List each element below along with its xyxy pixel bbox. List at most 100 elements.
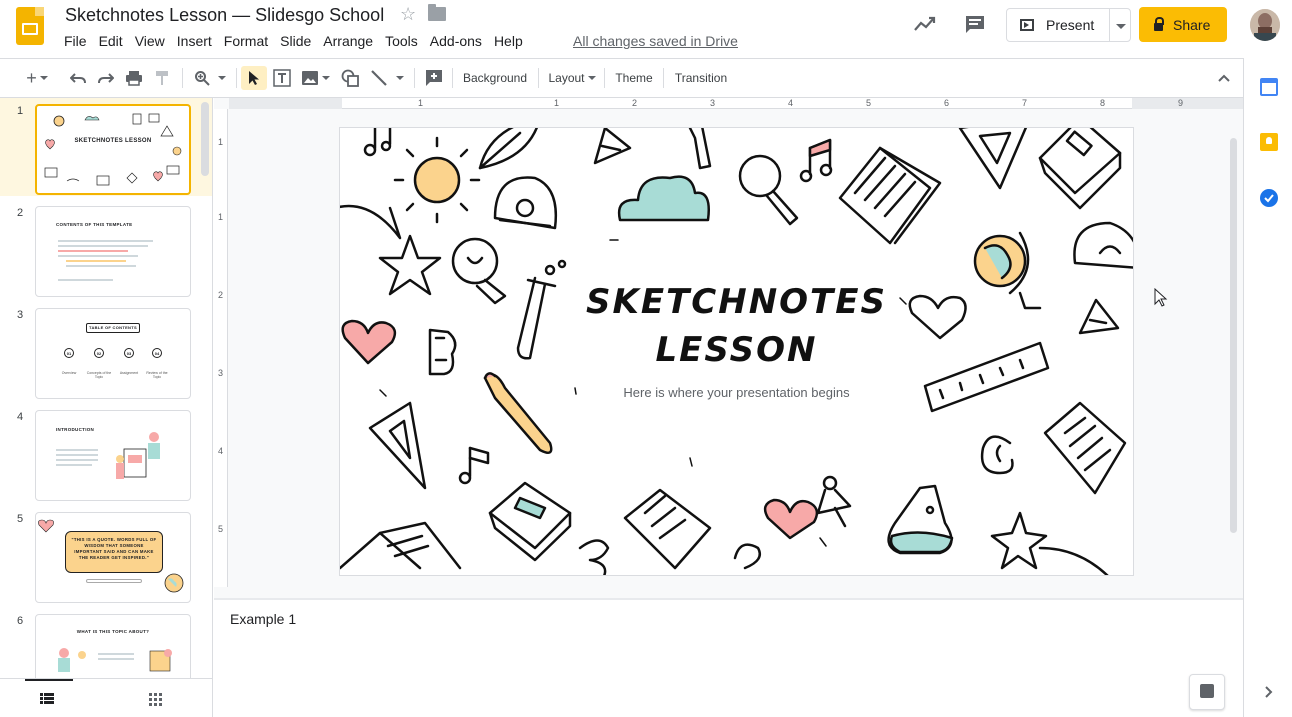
- notebook-icon: [488, 481, 572, 562]
- menu-view[interactable]: View: [129, 31, 171, 51]
- present-label: Present: [1046, 17, 1095, 33]
- toolbar-separator: [414, 68, 415, 88]
- document-title[interactable]: Sketchnotes Lesson — Slidesgo School: [65, 5, 384, 26]
- filmstrip-scrollbar[interactable]: [201, 102, 209, 176]
- present-button[interactable]: Present: [1006, 8, 1110, 42]
- ruler-tick: 1: [418, 98, 424, 108]
- toolbar-separator: [538, 68, 539, 88]
- toolbar: + Background Layout Theme Transition: [0, 58, 1243, 98]
- zoom-icon[interactable]: [190, 59, 230, 97]
- mouse-pointer-icon: [1154, 288, 1168, 307]
- comment-icon[interactable]: [964, 14, 986, 34]
- slide-number: 4: [17, 411, 24, 423]
- account-avatar[interactable]: [1250, 9, 1280, 41]
- add-comment-icon[interactable]: [422, 59, 446, 97]
- speaker-notes-text[interactable]: Example 1: [230, 611, 296, 627]
- thumbnail-title: INTRODUCTION: [56, 427, 95, 432]
- speaker-notes-panel[interactable]: Example 1: [214, 600, 1243, 717]
- slides-logo-icon[interactable]: [16, 7, 44, 45]
- activity-trend-icon[interactable]: [913, 14, 937, 34]
- slide-thumbnail-4[interactable]: INTRODUCTION: [35, 410, 191, 501]
- slide-thumbnail-2[interactable]: CONTENTS OF THIS TEMPLATE: [35, 206, 191, 297]
- new-slide-icon[interactable]: +: [22, 59, 52, 97]
- filmstrip-view-icon[interactable]: [40, 693, 54, 704]
- slide-number: 1: [17, 105, 24, 117]
- slide-number: 6: [17, 615, 24, 627]
- cloud-icon: [617, 175, 710, 222]
- image-icon[interactable]: [298, 59, 332, 97]
- toc-label: Assignment: [119, 371, 139, 375]
- slide-thumbnail-1[interactable]: SKETCHNOTES LESSON: [35, 104, 191, 195]
- menu-add-ons[interactable]: Add-ons: [424, 31, 488, 51]
- folder-icon[interactable]: [428, 4, 446, 21]
- menu-bar: File Edit View Insert Format Slide Arran…: [58, 31, 529, 51]
- toc-label: Review of the Topic: [146, 371, 168, 379]
- slide-thumbnail-6[interactable]: WHAT IS THIS TOPIC ABOUT?: [35, 614, 191, 678]
- toc-label: Overview: [61, 371, 77, 375]
- share-button[interactable]: Share: [1139, 7, 1227, 42]
- transition-button[interactable]: Transition: [668, 59, 734, 97]
- print-icon[interactable]: [122, 59, 146, 97]
- ruler-tick: 2: [218, 290, 224, 300]
- menu-slide[interactable]: Slide: [274, 31, 317, 51]
- star-icon[interactable]: ☆: [400, 4, 416, 25]
- menu-format[interactable]: Format: [218, 31, 274, 51]
- present-options-dropdown[interactable]: [1109, 8, 1131, 42]
- slide-number: 3: [17, 309, 24, 321]
- canvas-scrollbar[interactable]: [1230, 138, 1237, 533]
- keep-icon[interactable]: [1260, 133, 1278, 151]
- set-square-icon: [368, 401, 427, 490]
- collapse-toolbar-icon[interactable]: [1212, 59, 1236, 97]
- menu-arrange[interactable]: Arrange: [317, 31, 379, 51]
- sun-icon: [393, 136, 481, 224]
- open-book-icon: [838, 146, 942, 245]
- theme-button[interactable]: Theme: [610, 59, 658, 97]
- menu-help[interactable]: Help: [488, 31, 529, 51]
- undo-icon[interactable]: [66, 59, 90, 97]
- menu-tools[interactable]: Tools: [379, 31, 424, 51]
- illustration: [116, 432, 160, 479]
- background-button[interactable]: Background: [458, 59, 532, 97]
- illustration: [58, 648, 86, 672]
- thumbnail-title: WHAT IS THIS TOPIC ABOUT?: [76, 629, 150, 634]
- open-book-icon: [340, 521, 462, 570]
- ruler-tick: 5: [866, 98, 872, 108]
- toc-item: 03: [124, 348, 134, 358]
- select-cursor-icon[interactable]: [241, 66, 267, 90]
- shape-icon[interactable]: [338, 59, 362, 97]
- menu-file[interactable]: File: [58, 31, 93, 51]
- slide-number: 2: [17, 207, 24, 219]
- menu-edit[interactable]: Edit: [93, 31, 129, 51]
- current-slide[interactable]: SKETCHNOTES LESSON Here is where your pr…: [340, 128, 1133, 575]
- leaf-icon: [478, 128, 538, 170]
- grid-view-icon[interactable]: [149, 693, 162, 706]
- slide-filmstrip: 1 SKETCHNOTES LESSON 2 CONTENTS OF THIS …: [0, 98, 213, 678]
- present-icon: [1020, 19, 1034, 31]
- line-icon[interactable]: [368, 59, 406, 97]
- paint-format-icon[interactable]: [150, 59, 174, 97]
- text-box-icon[interactable]: [270, 59, 294, 97]
- tasks-icon[interactable]: [1260, 189, 1278, 207]
- explore-button[interactable]: [1189, 674, 1225, 710]
- slide-thumbnail-3[interactable]: TABLE OF CONTENTS 01 02 03 04 Overview C…: [35, 308, 191, 399]
- layout-button[interactable]: Layout: [544, 59, 600, 97]
- toolbar-separator: [236, 68, 237, 88]
- menu-insert[interactable]: Insert: [171, 31, 218, 51]
- expand-side-panel-icon[interactable]: [1264, 685, 1274, 699]
- thumbnail-title: TABLE OF CONTENTS: [89, 325, 137, 330]
- save-status-link[interactable]: All changes saved in Drive: [573, 33, 738, 49]
- slide-title[interactable]: SKETCHNOTES LESSON: [340, 278, 1133, 374]
- redo-icon[interactable]: [94, 59, 118, 97]
- thumbnail-title: "THIS IS A QUOTE. WORDS FULL OF WISDOM T…: [71, 537, 157, 560]
- number-three-icon: [578, 539, 610, 575]
- toolbar-separator: [182, 68, 183, 88]
- calendar-icon[interactable]: [1260, 78, 1278, 96]
- notebook-icon: [1038, 128, 1122, 210]
- ruler-tick: 3: [218, 368, 224, 378]
- thumbnail-title: SKETCHNOTES LESSON: [74, 138, 152, 144]
- toolbar-separator: [452, 68, 453, 88]
- music-note-icon: [458, 446, 490, 485]
- slide-subtitle[interactable]: Here is where your presentation begins: [340, 385, 1133, 400]
- slide-thumbnail-5[interactable]: "THIS IS A QUOTE. WORDS FULL OF WISDOM T…: [35, 512, 191, 603]
- ruler-tick: 2: [632, 98, 638, 108]
